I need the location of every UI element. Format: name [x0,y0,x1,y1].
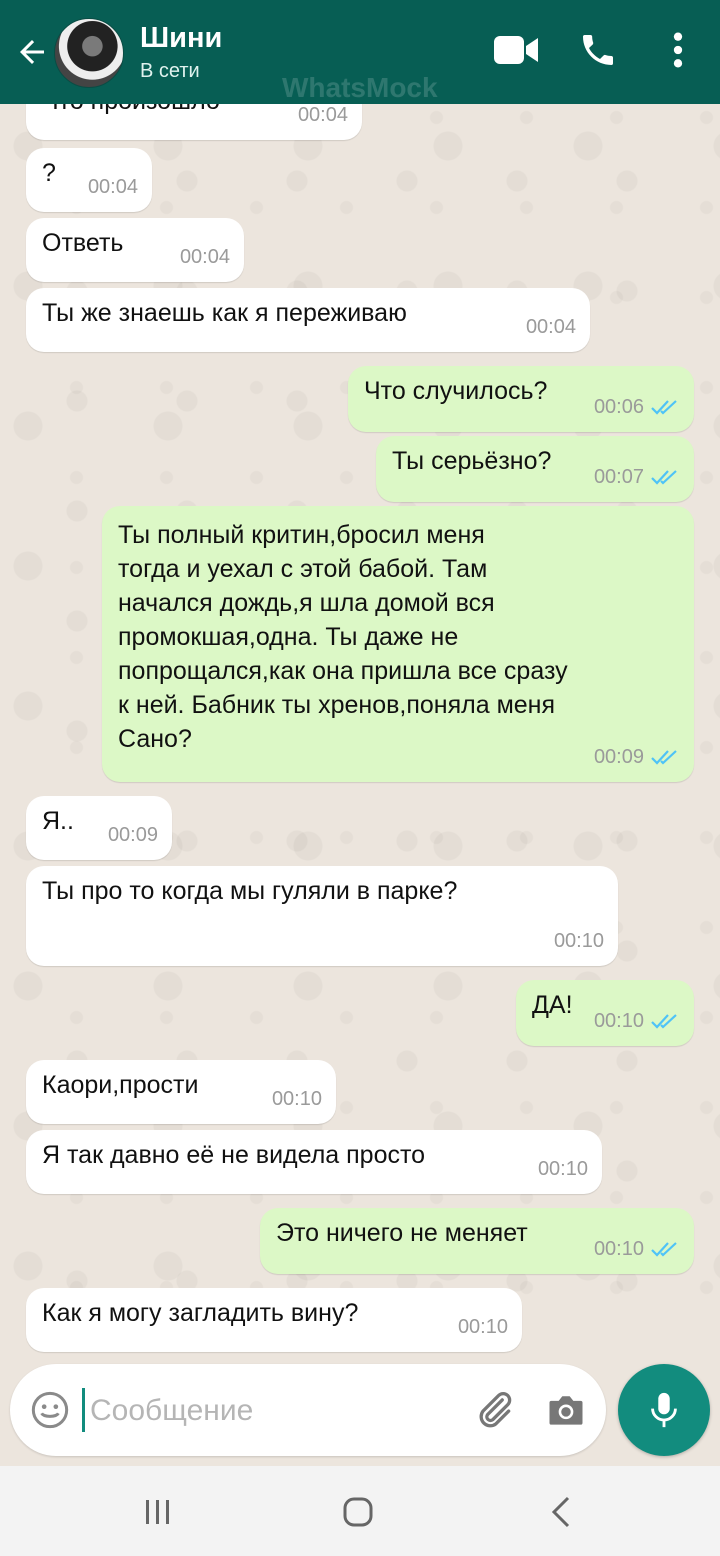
message-text: Я так давно её не видела просто [42,1141,426,1169]
text-cursor [82,1388,85,1432]
message-time: 00:10 [593,1238,644,1260]
read-receipt-icon [651,470,677,485]
message-time: 00:10 [553,930,604,952]
message-bubble-incoming[interactable]: Как я могу загладить вину? 00:10 [26,1288,522,1352]
voice-record-button[interactable] [618,1364,710,1456]
nav-back-icon[interactable] [546,1494,576,1530]
message-text: Ты же знаешь как я переживаю [42,299,407,327]
back-arrow-icon[interactable] [14,34,50,70]
message-time: 00:09 [593,746,644,768]
recent-apps-icon[interactable] [140,1496,176,1528]
emoji-icon[interactable] [30,1390,70,1430]
message-bubble-outgoing[interactable]: Ты серьёзно? 00:07 [376,436,694,502]
message-bubble-incoming[interactable]: Я так давно её не видела просто 00:10 [26,1130,602,1194]
message-text: Как я могу загладить вину? [42,1299,359,1327]
camera-icon[interactable] [544,1388,588,1432]
message-bubble-incoming[interactable]: Ты же знаешь как я переживаю 00:04 [26,288,590,352]
message-bubble-outgoing[interactable]: Что случилось? 00:06 [348,366,694,432]
read-receipt-icon [651,400,677,415]
message-time: 00:10 [537,1158,588,1180]
message-input[interactable] [88,1382,462,1440]
contact-status: В сети [140,60,200,82]
message-text: Ты полный критин,бросил меня тогда и уех… [118,521,568,753]
mic-icon [651,1392,677,1428]
read-receipt-icon [651,1242,677,1257]
system-nav-bar [0,1466,720,1556]
home-icon[interactable] [340,1494,376,1530]
message-bubble-incoming[interactable]: Ответь 00:04 [26,218,244,282]
message-bubble-incoming[interactable]: Ты про то когда мы гуляли в парке? 00:10 [26,866,618,966]
video-call-icon[interactable] [492,30,540,70]
message-time: 00:04 [179,246,230,268]
message-time: 00:06 [593,396,644,418]
avatar[interactable] [54,18,124,88]
contact-name[interactable]: Шини [140,22,222,55]
phone-call-icon[interactable] [578,30,618,70]
message-time: 00:10 [593,1010,644,1032]
message-bubble-incoming[interactable]: Я.. 00:09 [26,796,172,860]
read-receipt-icon [651,1014,677,1029]
message-bubble-outgoing[interactable]: Это ничего не меняет 00:10 [260,1208,694,1274]
message-time: 00:04 [525,316,576,338]
message-composer [10,1364,606,1456]
message-time: 00:07 [593,466,644,488]
message-time: 00:10 [457,1316,508,1338]
watermark: WhatsMock [282,72,438,103]
message-time: 00:04 [297,104,348,126]
message-bubble-outgoing[interactable]: ДА! 00:10 [516,980,694,1046]
chat-header: Шини В сети WhatsMock [0,0,720,104]
message-time: 00:04 [87,176,138,198]
read-receipt-icon [651,750,677,765]
more-vert-icon[interactable] [664,30,692,70]
attach-icon[interactable] [472,1388,516,1432]
message-bubble-incoming[interactable]: Каори,прости 00:10 [26,1060,336,1124]
message-time: 00:09 [107,824,158,846]
message-bubble-outgoing[interactable]: Ты полный критин,бросил меня тогда и уех… [102,506,694,782]
message-text: Ты про то когда мы гуляли в парке? [42,877,458,905]
message-time: 00:10 [271,1088,322,1110]
message-bubble-incoming[interactable]: Что произошло 00:04 [26,104,362,140]
message-bubble-incoming[interactable]: ? 00:04 [26,148,152,212]
chat-area[interactable]: Что произошло 00:04 ? 00:04 Ответь 00:04… [0,104,720,1362]
